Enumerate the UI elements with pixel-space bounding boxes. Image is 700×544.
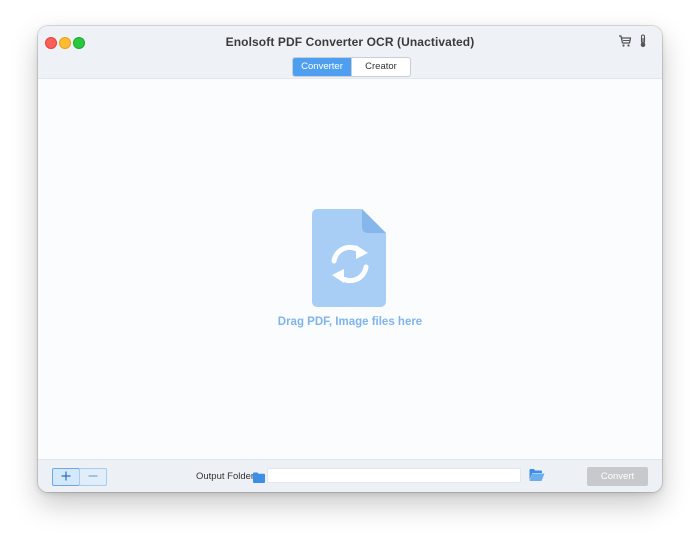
- document-convert-icon: [312, 209, 388, 312]
- plus-icon: [61, 468, 71, 486]
- thermometer-icon[interactable]: [638, 34, 648, 53]
- tab-creator[interactable]: Creator: [351, 58, 410, 76]
- drop-hint-text: Drag PDF, Image files here: [277, 316, 423, 328]
- folder-icon: [253, 470, 265, 488]
- title-bar: Enolsoft PDF Converter OCR (Unactivated)…: [38, 26, 662, 79]
- window-title: Enolsoft PDF Converter OCR (Unactivated): [225, 35, 475, 49]
- bottom-toolbar: Output Folder Convert: [38, 459, 662, 492]
- cart-icon[interactable]: [618, 34, 632, 53]
- minus-icon: [88, 468, 98, 486]
- tab-converter[interactable]: Converter: [293, 58, 351, 76]
- mode-tabs: Converter Creator: [292, 57, 411, 77]
- output-folder-label: Output Folder: [196, 471, 255, 482]
- open-folder-icon[interactable]: [529, 468, 545, 487]
- add-file-button[interactable]: [52, 468, 80, 486]
- output-folder-field[interactable]: [267, 468, 521, 483]
- app-window: Enolsoft PDF Converter OCR (Unactivated)…: [38, 26, 662, 492]
- file-drop-zone[interactable]: Drag PDF, Image files here: [38, 79, 662, 459]
- convert-button[interactable]: Convert: [587, 467, 648, 486]
- remove-file-button[interactable]: [79, 468, 107, 486]
